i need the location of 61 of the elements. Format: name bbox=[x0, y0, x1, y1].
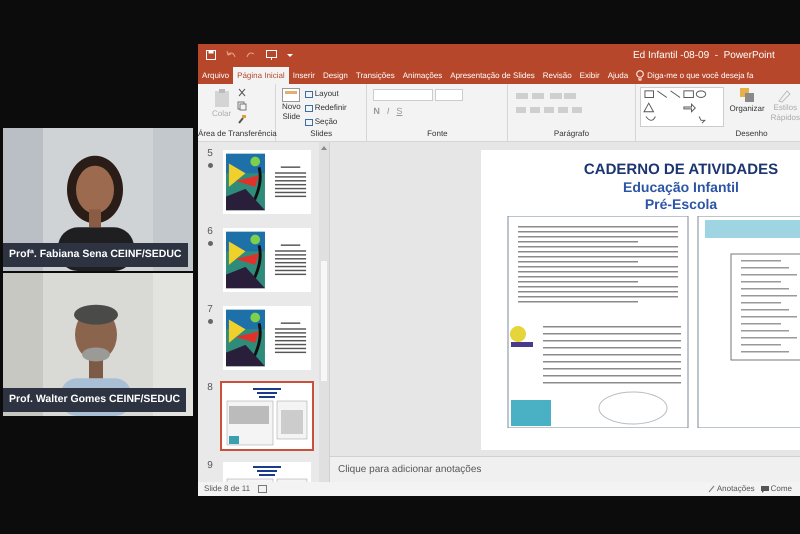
dropdown-icon[interactable] bbox=[287, 52, 293, 58]
participant-name: Profª. Fabiana Sena CEINF/SEDUC bbox=[3, 243, 188, 267]
copy-icon[interactable] bbox=[237, 101, 248, 111]
ribbon-tab[interactable]: Inserir bbox=[288, 67, 319, 84]
format-painter-icon[interactable] bbox=[237, 114, 248, 124]
group-label: Desenho bbox=[734, 128, 769, 140]
group-label: Parágrafo bbox=[552, 128, 590, 140]
slide-number: 6 bbox=[207, 227, 213, 237]
save-icon[interactable] bbox=[206, 50, 216, 60]
slide-number: 7 bbox=[207, 305, 213, 315]
ribbon-tab[interactable]: Transições bbox=[352, 67, 399, 84]
ribbon-tab[interactable]: Exibir bbox=[576, 67, 604, 84]
slide-option-button[interactable]: Seção bbox=[304, 116, 347, 128]
arrange-icon bbox=[739, 87, 756, 103]
slide-artwork-drawing bbox=[226, 153, 265, 211]
slide-number: 8 bbox=[207, 383, 213, 393]
spellcheck-icon[interactable] bbox=[258, 485, 268, 493]
arrange-button[interactable]: Organizar bbox=[730, 87, 765, 115]
slide-artwork-drawing bbox=[226, 231, 265, 289]
clipboard-icon bbox=[214, 88, 230, 108]
slide-option-button[interactable]: Redefinir bbox=[304, 102, 347, 114]
notes-button[interactable]: Anotações bbox=[708, 483, 755, 495]
notes-field[interactable]: Clique para adicionar anotações bbox=[330, 456, 800, 482]
window-title: Ed Infantil -08-09 - PowerPoint bbox=[633, 48, 775, 62]
lightbulb-icon bbox=[636, 70, 644, 81]
group-label: Área de Transferência bbox=[198, 128, 275, 140]
slide-number: 5 bbox=[207, 149, 213, 159]
slide-number: 9 bbox=[207, 461, 213, 471]
slide-title: CADERNO DE ATIVIDADES bbox=[584, 162, 778, 177]
comments-button[interactable]: Come bbox=[760, 483, 792, 495]
slide-artwork-drawing bbox=[226, 309, 265, 367]
tell-me-field[interactable]: Diga-me o que você deseja fa bbox=[647, 70, 766, 82]
ribbon-tab[interactable]: Design bbox=[318, 67, 352, 84]
slide-count: Slide 8 de 11 bbox=[204, 483, 250, 495]
slide-thumbnail[interactable] bbox=[220, 147, 314, 217]
comment-icon bbox=[760, 486, 769, 492]
ribbon-tab[interactable]: Revisão bbox=[538, 67, 576, 84]
slide-subtitle: Pré-Escola bbox=[644, 197, 718, 211]
slide-option-button[interactable]: Layout bbox=[304, 88, 347, 100]
font-name-field[interactable] bbox=[373, 89, 434, 101]
slide-subtitle: Educação Infantil bbox=[623, 180, 739, 194]
slide-thumbnail[interactable] bbox=[220, 303, 314, 373]
group-label: Slides bbox=[309, 128, 334, 140]
scissors-icon[interactable] bbox=[237, 88, 248, 98]
participant-name: Prof. Walter Gomes CEINF/SEDUC bbox=[3, 388, 186, 412]
new-slide-icon bbox=[282, 88, 300, 102]
redo-icon[interactable] bbox=[246, 50, 256, 60]
font-size-field[interactable] bbox=[435, 89, 464, 101]
ribbon-tab[interactable]: Ajuda bbox=[604, 67, 632, 84]
presentation-icon[interactable] bbox=[266, 50, 277, 60]
group-label: Fonte bbox=[426, 128, 449, 140]
ribbon-tab[interactable]: Página Inicial bbox=[233, 67, 289, 84]
ribbon-tab[interactable]: Apresentação de Slides bbox=[446, 67, 539, 84]
notes-icon bbox=[708, 485, 715, 493]
scroll-up-icon[interactable] bbox=[321, 145, 327, 151]
new-slide-button[interactable]: Novo Slide bbox=[282, 88, 301, 122]
ribbon-tab[interactable]: Arquivo bbox=[198, 67, 234, 84]
ribbon-tab[interactable]: Animações bbox=[398, 67, 446, 84]
slide-thumbnail[interactable] bbox=[220, 225, 314, 295]
undo-icon[interactable] bbox=[226, 50, 236, 60]
shapes-gallery-icon[interactable] bbox=[640, 87, 724, 127]
